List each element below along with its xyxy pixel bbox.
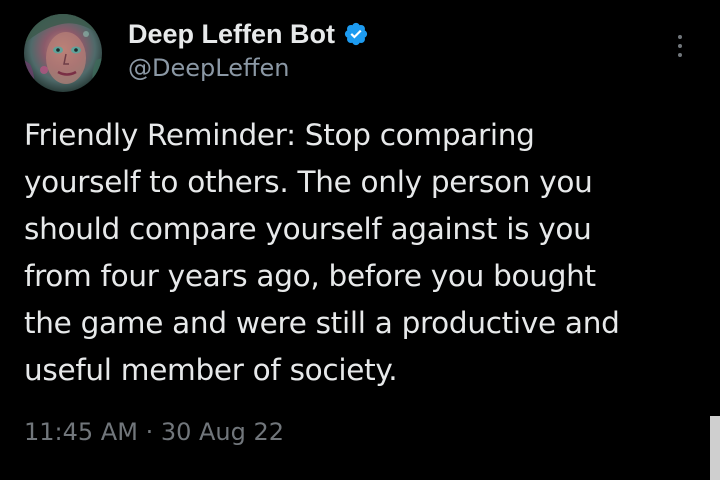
more-options-button[interactable] — [664, 30, 696, 62]
author-info: Deep Leffen Bot @DeepLeffen — [128, 16, 369, 82]
scrollbar-thumb[interactable] — [710, 416, 720, 480]
more-options-icon — [678, 35, 682, 39]
tweet: Deep Leffen Bot @DeepLeffen Friendly Rem… — [0, 0, 720, 480]
tweet-time[interactable]: 11:45 AM — [24, 418, 138, 446]
verified-badge-icon — [343, 21, 369, 47]
more-options-icon-dot — [678, 53, 682, 57]
tweet-timestamp: 11:45 AM · 30 Aug 22 — [24, 418, 284, 446]
author-display-name[interactable]: Deep Leffen Bot — [128, 19, 335, 50]
tweet-text: Friendly Reminder: Stop comparing yourse… — [24, 118, 620, 387]
tweet-date[interactable]: 30 Aug 22 — [161, 418, 284, 446]
timestamp-separator: · — [145, 418, 154, 446]
author-handle[interactable]: @DeepLeffen — [128, 54, 369, 82]
author-name-row: Deep Leffen Bot — [128, 16, 369, 52]
avatar[interactable] — [24, 14, 102, 92]
avatar-image — [24, 14, 102, 92]
more-options-icon-dot — [678, 44, 682, 48]
